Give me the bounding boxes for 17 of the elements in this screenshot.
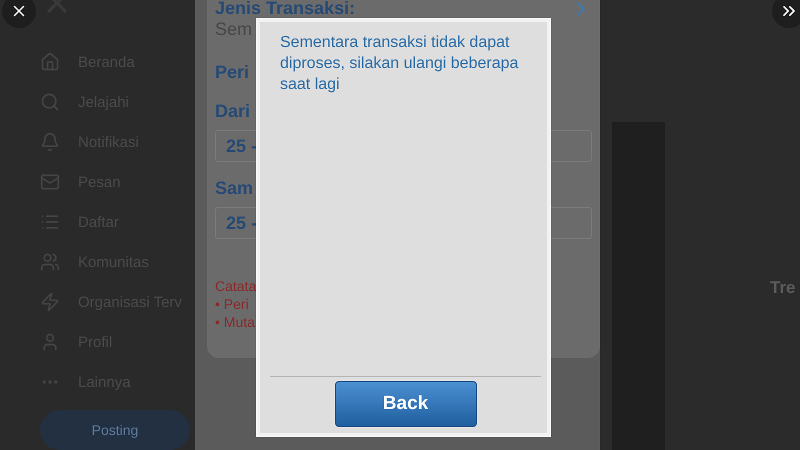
form-label: Sam <box>215 178 254 199</box>
people-icon[interactable] <box>40 252 60 272</box>
post-button[interactable]: Posting <box>40 410 190 450</box>
note-text: • Peri <box>215 295 250 313</box>
note-text: • Muta <box>215 313 256 331</box>
bell-icon[interactable] <box>40 132 60 152</box>
form-label: Peri <box>215 62 250 83</box>
note-title: Catata <box>215 277 258 295</box>
search-icon[interactable] <box>40 92 60 112</box>
mail-icon[interactable] <box>40 172 60 192</box>
close-button[interactable] <box>2 0 36 28</box>
dialog-message: Sementara transaksi tidak dapat diproses, silakan ulangi beberapa saat lagi <box>280 33 520 95</box>
form-label: Dari <box>215 101 250 122</box>
bolt-icon[interactable] <box>40 292 60 312</box>
form-label: Jenis Transaksi: <box>215 0 356 19</box>
back-button[interactable]: Back <box>334 381 476 427</box>
home-icon[interactable] <box>40 52 60 72</box>
